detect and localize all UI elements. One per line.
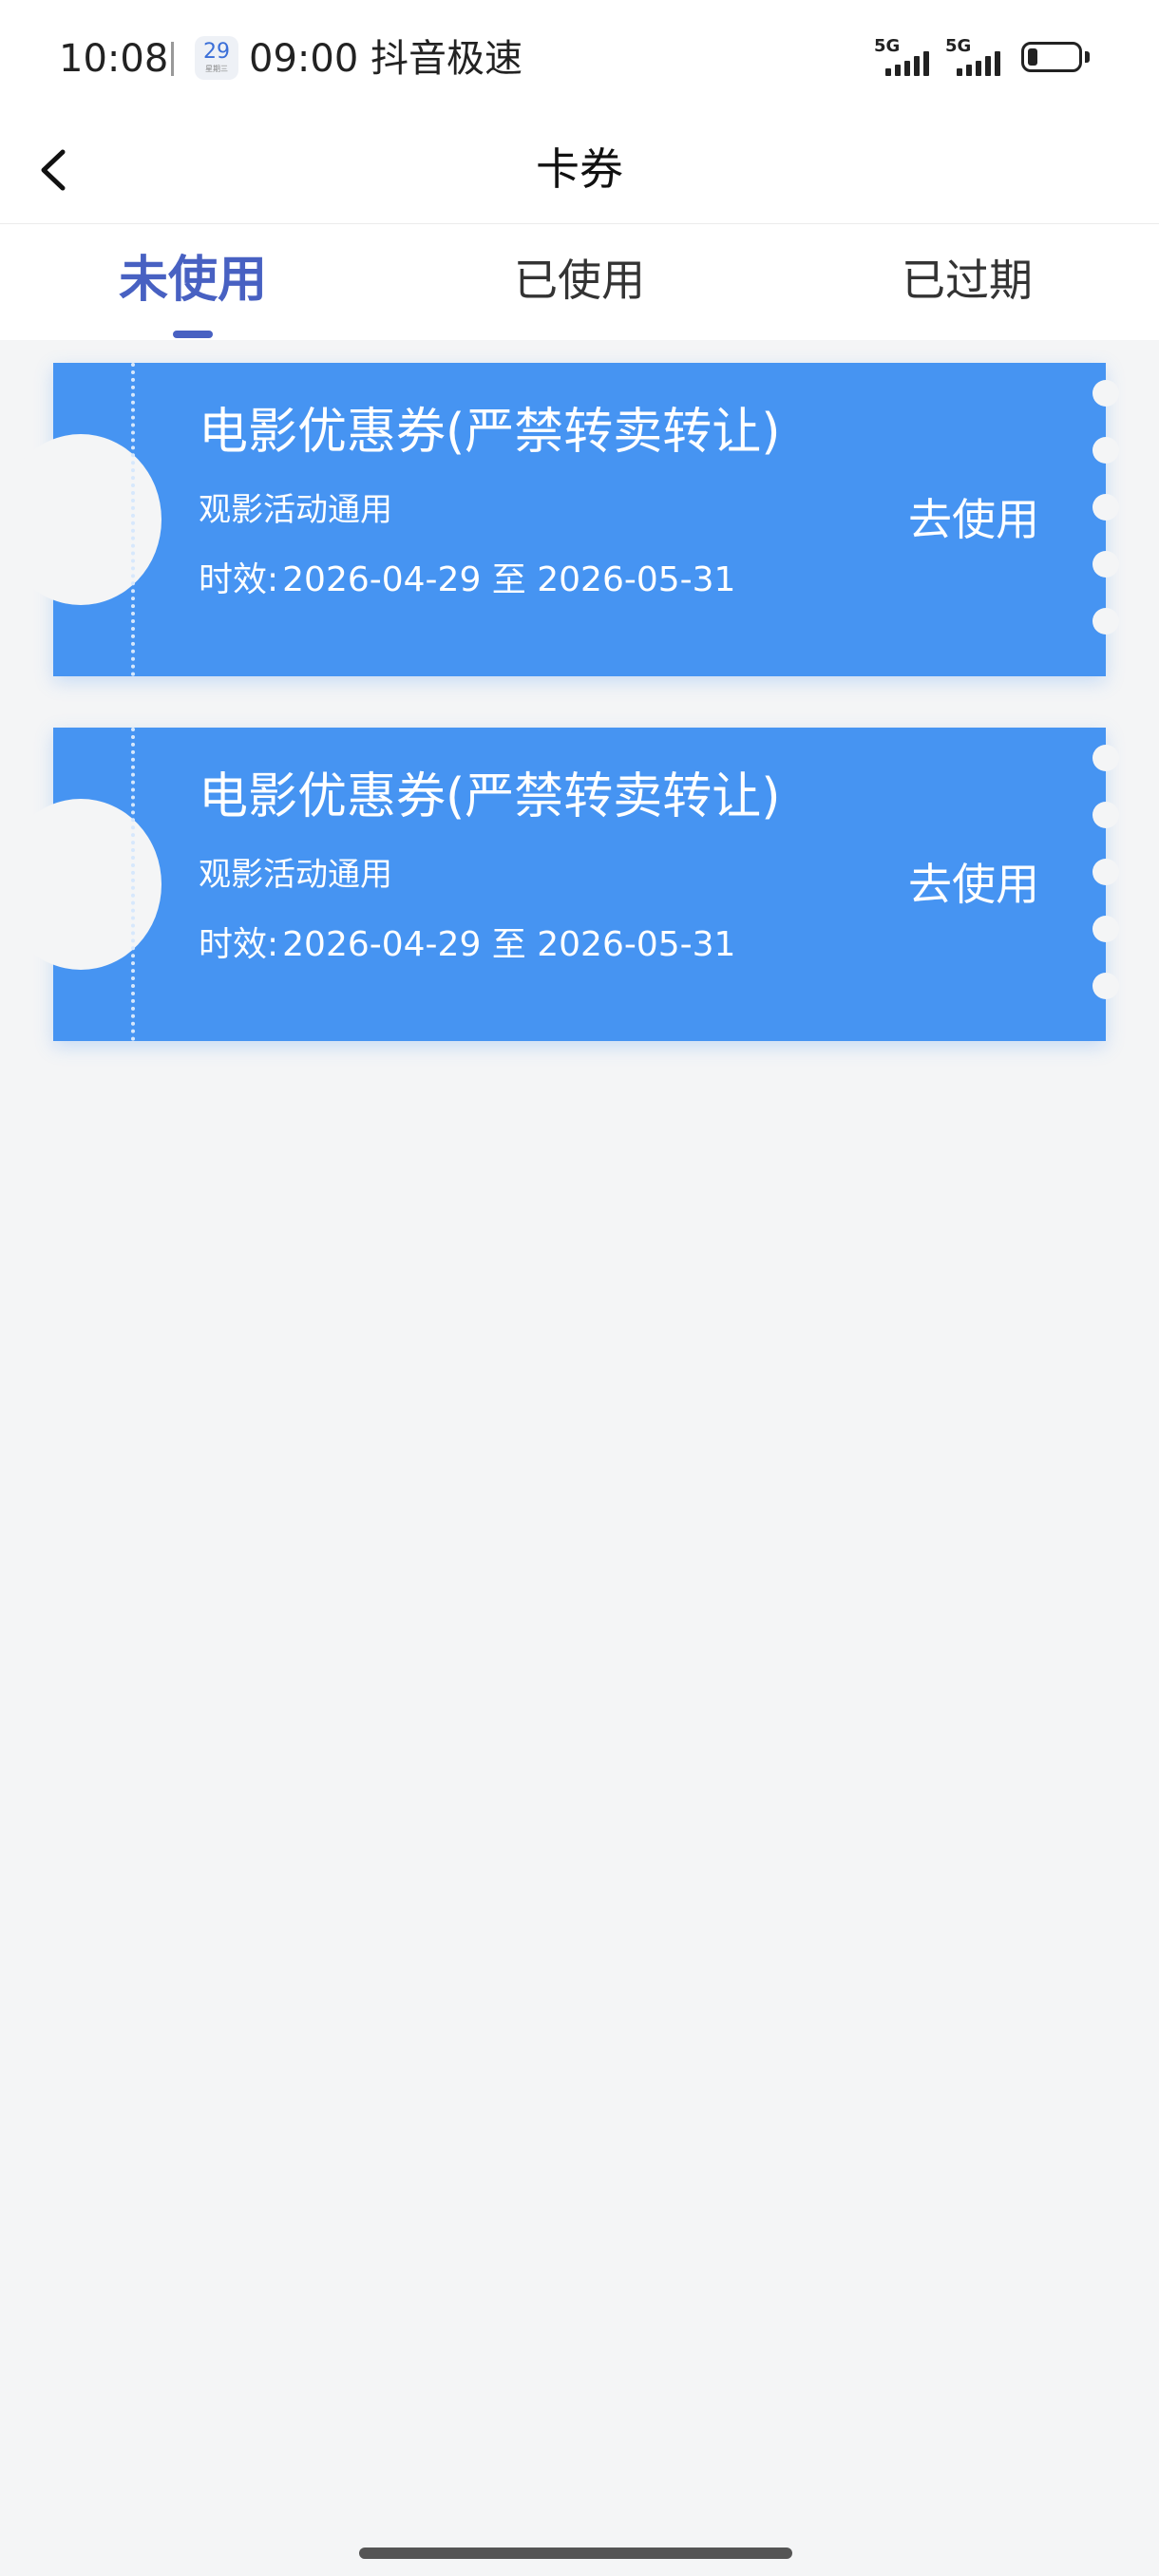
perforation-line xyxy=(131,363,135,676)
tab-expired[interactable]: 已过期 xyxy=(825,251,1110,310)
ticket-scallop xyxy=(1092,745,1119,771)
coupon-validity: 时效: 2026-04-29 至 2026-05-31 xyxy=(199,921,735,969)
validity-range: 2026-04-29 至 2026-05-31 xyxy=(282,560,736,599)
ticket-scallop xyxy=(1092,608,1119,635)
battery-level xyxy=(1028,48,1037,66)
home-indicator[interactable] xyxy=(359,2548,792,2559)
network-type-2: 5G xyxy=(945,36,972,56)
page-title: 卡券 xyxy=(536,143,623,195)
network-type-1: 5G xyxy=(874,36,901,56)
coupon-title: 电影优惠券(严禁转卖转让) xyxy=(199,768,781,825)
battery-tip xyxy=(1085,51,1090,63)
perforation-line xyxy=(131,728,135,1041)
ticket-scallop xyxy=(1092,437,1119,464)
ticket-notch xyxy=(0,434,162,605)
ticket-scallop xyxy=(1092,551,1119,578)
calendar-weekday: 星期三 xyxy=(205,65,228,73)
ticket-scallop xyxy=(1092,916,1119,942)
coupon-validity: 时效: 2026-04-29 至 2026-05-31 xyxy=(199,557,735,604)
coupon-card: 电影优惠券(严禁转卖转让) 观影活动通用 时效: 2026-04-29 至 202… xyxy=(0,728,1119,1041)
calendar-icon: 29 星期三 xyxy=(195,36,238,80)
status-time: 10:08 xyxy=(59,37,169,81)
ticket-scallop xyxy=(1092,802,1119,828)
validity-label: 时效: xyxy=(199,925,279,964)
tab-unused[interactable]: 未使用 xyxy=(50,251,335,310)
tab-bar: 未使用 已使用 已过期 xyxy=(0,224,1159,340)
status-bar: 10:08 29 星期三 09:00 抖音极速 5G 5G xyxy=(0,0,1159,116)
ticket-scallop xyxy=(1092,859,1119,885)
ticket-scallop xyxy=(1092,494,1119,521)
coupon-title: 电影优惠券(严禁转卖转让) xyxy=(199,404,781,461)
ticket-scallop xyxy=(1092,973,1119,999)
ticket-scallop xyxy=(1092,380,1119,407)
calendar-day: 29 xyxy=(203,40,230,64)
tab-active-indicator xyxy=(173,331,213,338)
nav-bar: 卡券 xyxy=(0,116,1159,224)
coupon-description: 观影活动通用 xyxy=(199,856,392,894)
status-separator xyxy=(171,42,174,76)
signal-icon: 5G xyxy=(945,38,1012,76)
coupon-description: 观影活动通用 xyxy=(199,491,392,529)
validity-label: 时效: xyxy=(199,560,279,599)
signal-icon: 5G xyxy=(874,38,940,76)
coupon-card: 电影优惠券(严禁转卖转让) 观影活动通用 时效: 2026-04-29 至 202… xyxy=(0,363,1119,676)
validity-range: 2026-04-29 至 2026-05-31 xyxy=(282,925,736,964)
ticket-notch xyxy=(0,799,162,970)
status-notification: 09:00 抖音极速 xyxy=(249,37,522,81)
use-coupon-button[interactable]: 去使用 xyxy=(908,855,1039,914)
tab-used[interactable]: 已使用 xyxy=(437,251,722,310)
use-coupon-button[interactable]: 去使用 xyxy=(908,490,1039,549)
battery-icon xyxy=(1021,42,1082,72)
